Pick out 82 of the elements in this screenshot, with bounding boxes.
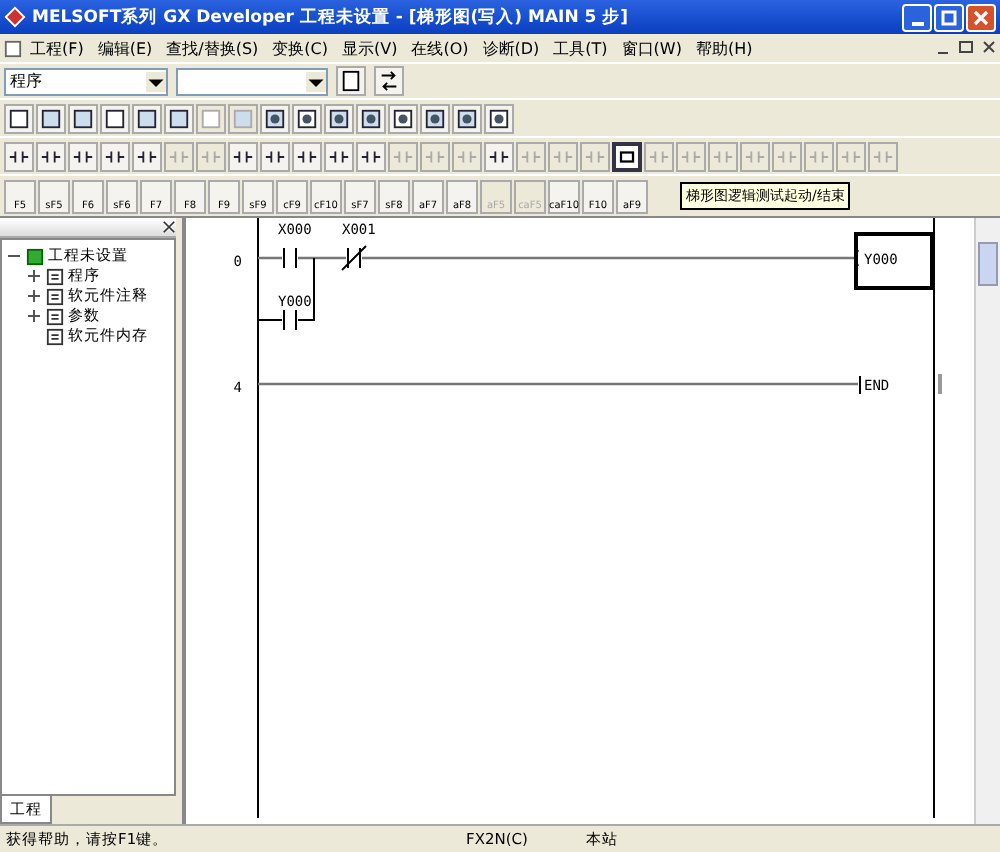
- toolbar-button[interactable]: [4, 141, 34, 171]
- toolbar-button[interactable]: [292, 141, 322, 171]
- toolbar-button[interactable]: [36, 103, 66, 133]
- toolbar-button[interactable]: [100, 103, 130, 133]
- close-button[interactable]: [966, 3, 996, 31]
- tool-icon: [40, 107, 62, 129]
- window-title: MELSOFT系列 GX Developer 工程未设置 - [梯形图(写入) MAIN 5 步]: [32, 5, 631, 29]
- tool-icon: [328, 107, 350, 129]
- scrollbar[interactable]: [974, 218, 1000, 824]
- toolbar-button[interactable]: [132, 141, 162, 171]
- tool-icon: [296, 107, 318, 129]
- nc-contact-symbol: [341, 245, 367, 271]
- minimize-button[interactable]: [902, 3, 932, 31]
- maximize-button[interactable]: [934, 3, 964, 31]
- toolbar-button[interactable]: [388, 103, 418, 133]
- page-icon: [340, 70, 362, 92]
- toolbar-button[interactable]: [452, 103, 482, 133]
- caret-icon: [306, 71, 326, 91]
- toolbar-button[interactable]: [68, 141, 98, 171]
- tool-icon: [488, 107, 510, 129]
- toolbar-button[interactable]: [324, 103, 354, 133]
- document-icon: [4, 39, 22, 57]
- arrows-icon: [378, 70, 400, 92]
- toolbar-button[interactable]: [484, 141, 514, 171]
- tool-icon: [264, 107, 286, 129]
- mdi-controls-icon[interactable]: [936, 40, 996, 56]
- menu-item[interactable]: 编辑(E): [91, 37, 159, 59]
- toolbar-button[interactable]: [36, 141, 66, 171]
- expand-icon[interactable]: [26, 268, 42, 284]
- toolbar-button[interactable]: [356, 141, 386, 171]
- tool-icon: [168, 107, 190, 129]
- close-icon: [970, 7, 992, 27]
- document-icon: [46, 287, 64, 305]
- project-icon: [26, 247, 44, 265]
- tool-icon: [200, 107, 222, 129]
- expand-icon[interactable]: [26, 288, 42, 304]
- toolbar-button[interactable]: [68, 103, 98, 133]
- tool-icon: [424, 107, 446, 129]
- branch-line: [257, 257, 315, 321]
- toolbar-button[interactable]: [132, 103, 162, 133]
- toolbar-button[interactable]: [420, 103, 450, 133]
- app-icon: [4, 6, 26, 28]
- menu-item[interactable]: 诊断(D): [476, 37, 546, 59]
- document-icon: [46, 327, 64, 345]
- toolbar-button[interactable]: [356, 103, 386, 133]
- tool-icon: [456, 107, 478, 129]
- menu-item[interactable]: 帮助(H): [689, 37, 759, 59]
- tool-icon: [136, 107, 158, 129]
- tool-icon: [360, 107, 382, 129]
- toolbar-button[interactable]: [260, 141, 290, 171]
- close-icon[interactable]: [162, 220, 176, 234]
- toolbar-button[interactable]: [374, 66, 404, 96]
- menu-item[interactable]: 查找/替换(S): [160, 37, 265, 59]
- toolbar-button[interactable]: [612, 141, 642, 171]
- menu-item[interactable]: 工具(T): [547, 37, 614, 59]
- toolbar-button[interactable]: [260, 103, 290, 133]
- tool-icon: [392, 107, 414, 129]
- toolbar-button[interactable]: [484, 103, 514, 133]
- toolbar-button[interactable]: [100, 141, 130, 171]
- tool-icon: [72, 107, 94, 129]
- maximize-icon: [938, 7, 960, 27]
- caret-icon: [146, 71, 166, 91]
- document-icon: [46, 307, 64, 325]
- expand-icon[interactable]: [26, 308, 42, 324]
- toolbar-button[interactable]: [336, 66, 366, 96]
- minimize-icon: [911, 21, 923, 25]
- menu-item[interactable]: 工程(F): [24, 37, 90, 59]
- tool-icon: [104, 107, 126, 129]
- menu-item[interactable]: 显示(V): [335, 37, 404, 59]
- toolbar-button[interactable]: [4, 103, 34, 133]
- toolbar-button[interactable]: [164, 103, 194, 133]
- document-icon: [46, 267, 64, 285]
- menu-item[interactable]: 在线(O): [405, 37, 475, 59]
- tool-icon: [8, 107, 30, 129]
- tool-icon: [232, 107, 254, 129]
- dropdown[interactable]: 程序: [4, 67, 168, 95]
- toolbar-button[interactable]: [324, 141, 354, 171]
- toolbar-button[interactable]: [228, 141, 258, 171]
- menu-item[interactable]: 窗口(W): [615, 37, 688, 59]
- menu-item[interactable]: 变换(C): [266, 37, 334, 59]
- toolbar-button[interactable]: [292, 103, 322, 133]
- tool-icon: [618, 147, 636, 165]
